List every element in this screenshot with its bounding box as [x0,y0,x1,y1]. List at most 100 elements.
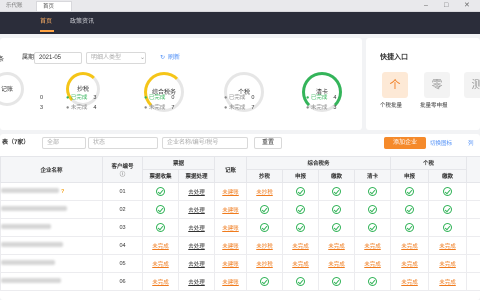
check-circle-icon [368,205,378,214]
batch-zero-declare-label[interactable]: 批量零申报 [420,102,448,110]
accounting-cell[interactable]: 未建账 [214,182,248,201]
company-name-cell[interactable] [0,236,103,255]
pay-cell[interactable] [318,218,356,237]
clear-cell[interactable] [354,272,392,291]
personal-tax-batch-icon[interactable]: 个 [382,72,408,98]
pay-cell[interactable] [318,272,356,291]
company-name-cell[interactable] [0,272,103,291]
pay-cell[interactable] [318,200,356,219]
bill-collect-cell[interactable]: 未完成 [142,254,179,273]
copy-tax-cell[interactable]: 未抄税 [246,182,284,201]
minimize-icon[interactable]: – [424,1,428,11]
close-icon[interactable]: ✕ [464,1,470,11]
bill-collect-cell[interactable] [142,218,179,237]
extra-cell [466,182,480,201]
col-bill-collect: 票据收集 [142,169,179,183]
stat-comprehensive-done: ● 已完成 0 [144,95,175,101]
copy-tax-cell[interactable]: 未抄税 [246,254,284,273]
declare-cell[interactable] [282,182,320,201]
bill-collect-cell[interactable] [142,200,179,219]
clear-cell[interactable]: 未完成 [354,254,392,273]
column-settings-button[interactable]: 列 [468,139,474,147]
p-declare-cell[interactable] [390,182,430,201]
clear-cell[interactable]: 未完成 [354,236,392,255]
ring-label: 抄税 [76,87,89,93]
chevron-down-icon[interactable]: ⌄ [140,54,145,62]
status-select[interactable]: 状态 [88,137,158,149]
bill-process-link[interactable]: 去处理 [177,272,216,291]
col-declare: 申报 [282,169,320,183]
accounting-cell[interactable]: 未建账 [214,200,248,219]
more-quick-icon[interactable]: 测 [464,72,480,98]
accounting-cell[interactable]: 未建账 [214,218,248,237]
company-name-cell[interactable]: ? [0,182,103,201]
accounting-cell[interactable]: 未建账 [214,272,248,291]
bill-collect-cell[interactable] [142,182,179,201]
declare-cell[interactable]: 未完成 [282,236,320,255]
reset-button[interactable]: 重置 [254,137,282,149]
p-pay-cell[interactable] [428,218,468,237]
p-declare-cell[interactable]: 未完成 [390,272,430,291]
p-pay-cell[interactable]: 未完成 [428,272,468,291]
maximize-icon[interactable]: □ [444,1,448,11]
copy-tax-cell[interactable]: 未抄税 [246,236,284,255]
p-pay-cell[interactable]: 未完成 [428,254,468,273]
check-circle-icon [368,223,378,232]
p-declare-cell[interactable] [390,200,430,219]
p-declare-cell[interactable]: 未完成 [390,254,430,273]
bill-collect-cell[interactable]: 未完成 [142,236,179,255]
bill-process-link[interactable]: 去处理 [177,200,216,219]
table-row: 06 未完成 去处理 未建账 未完成 未完成 [0,272,480,291]
accounting-cell[interactable]: 未建账 [214,236,248,255]
company-name-cell[interactable] [0,218,103,237]
declare-cell[interactable] [282,200,320,219]
p-pay-cell[interactable]: 未完成 [428,236,468,255]
bill-process-link[interactable]: 去处理 [177,218,216,237]
refresh-button[interactable]: 刷新 [168,54,180,62]
warning-icon: ? [61,189,65,195]
p-declare-cell[interactable] [390,218,430,237]
stat-comprehensive-undone: ● 未完成 7 [144,105,175,111]
bill-collect-cell[interactable]: 未完成 [142,272,179,291]
extra-cell [466,200,480,219]
pay-cell[interactable]: 未完成 [318,254,356,273]
refresh-icon[interactable]: ↻ [160,54,165,62]
tab-home[interactable]: 首页 [36,1,72,11]
p-pay-cell[interactable] [428,200,468,219]
bill-process-link[interactable]: 去处理 [177,254,216,273]
check-circle-icon [296,277,306,286]
batch-zero-declare-icon[interactable]: 零 [424,72,450,98]
bill-process-link[interactable]: 去处理 [177,182,216,201]
stat-clear-undone: ● 未完成 3 [306,105,337,111]
personal-tax-batch-label[interactable]: 个税批量 [380,102,402,110]
company-name-redacted [1,224,51,229]
clear-cell[interactable] [354,218,392,237]
clear-cell[interactable] [354,200,392,219]
declare-cell[interactable] [282,218,320,237]
company-name-cell[interactable] [0,200,103,219]
client-no-cell: 01 [102,182,143,201]
company-name-cell[interactable] [0,254,103,273]
copy-tax-cell[interactable] [246,200,284,219]
owner-type-select[interactable]: 明细人类型 [86,52,146,64]
copy-tax-cell[interactable] [246,218,284,237]
pay-cell[interactable] [318,182,356,201]
clear-cell[interactable] [354,182,392,201]
accounting-cell[interactable]: 未建账 [214,254,248,273]
tax-type-select[interactable]: 全部 [42,137,86,149]
period-picker[interactable]: 2021-05 [34,52,82,64]
search-input[interactable]: 企业名称/编号/税号 [162,137,248,149]
add-company-button[interactable]: 添加企业 [384,137,426,149]
p-pay-cell[interactable] [428,182,468,201]
declare-cell[interactable]: 未完成 [282,254,320,273]
copy-tax-cell[interactable] [246,272,284,291]
nav-home[interactable]: 首页 [40,17,52,27]
bill-process-link[interactable]: 去处理 [177,236,216,255]
declare-cell[interactable] [282,272,320,291]
summary-title-fragment: 条 [0,57,5,63]
switch-icon-button[interactable]: 切换图标 [430,139,452,147]
nav-policy[interactable]: 政策资讯 [70,17,94,27]
tab-app[interactable]: 乐代账 [0,1,30,11]
p-declare-cell[interactable]: 未完成 [390,236,430,255]
pay-cell[interactable]: 未完成 [318,236,356,255]
